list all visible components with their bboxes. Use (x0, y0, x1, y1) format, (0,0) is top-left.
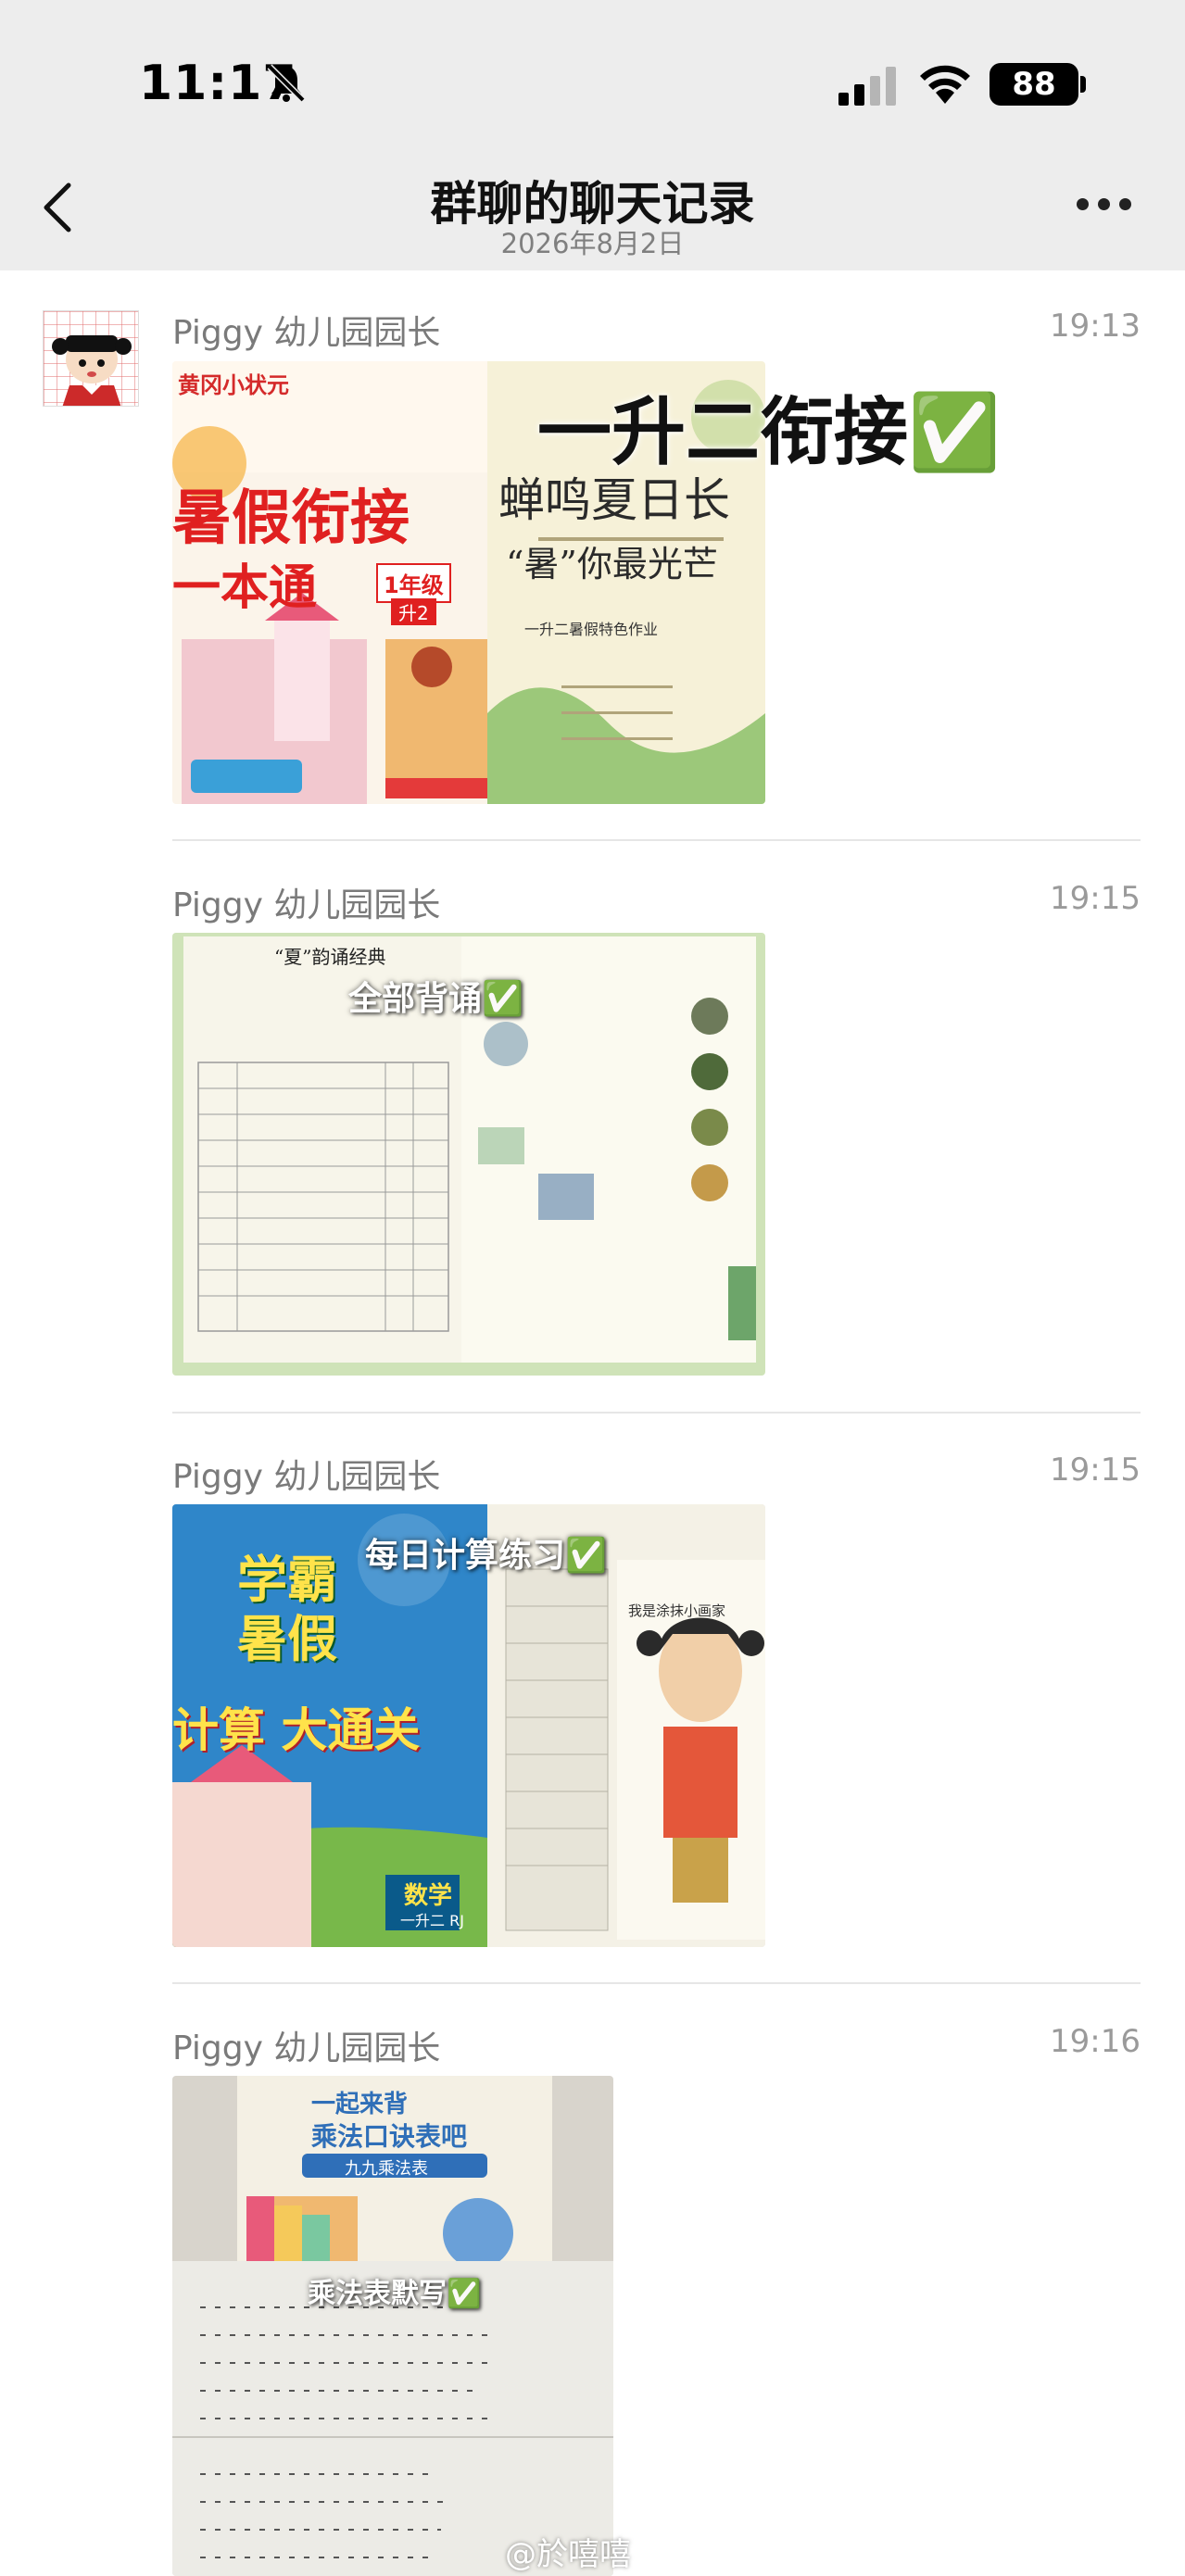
more-options-icon[interactable] (1077, 198, 1132, 213)
message-sender: Piggy 幼儿园园长 (172, 1458, 441, 1496)
message-sender: Piggy 幼儿园园长 (172, 314, 441, 352)
photo-message[interactable]: “夏”韵诵经典 全部背诵✅ (172, 933, 765, 1376)
math-book-title: 学霸暑假 (237, 1551, 337, 1668)
photo-overlay-caption: 全部背诵✅ (348, 980, 523, 1018)
photo-message[interactable]: 学霸暑假 计算 大通关 数学 一升二 RJ 我是涂抹小画家 每日计算练习✅ (172, 1504, 765, 1947)
nav-bar: 群聊的聊天记录 2026年8月2日 (0, 157, 1185, 270)
poster-label: 九九乘法表 (345, 2159, 428, 2179)
photo-overlay-caption: 一升二衔接✅ (537, 389, 1001, 475)
book-left-grade-2: 升2 (391, 598, 436, 625)
book-right-caption: 一升二暑假特色作业 (524, 621, 659, 638)
bell-muted-icon (267, 64, 306, 103)
doc-title: “夏”韵诵经典 (274, 946, 386, 968)
message-divider (172, 1982, 1141, 1984)
signal-icon (838, 67, 896, 106)
book-left-subtitle: 一本通 (172, 560, 318, 616)
photo-overlay-caption: 乘法表默写✅ (308, 2278, 482, 2310)
math-right-caption: 我是涂抹小画家 (628, 1602, 726, 1619)
photo-message[interactable]: 一起来背 乘法口诀表吧 九九乘法表 乘法表默写✅ (172, 2076, 613, 2576)
message-time: 19:16 (1050, 2023, 1141, 2060)
math-book-subtitle: 计算 大通关 (172, 1703, 421, 1757)
message-divider (172, 839, 1141, 841)
poster-title: 一起来背 (311, 2091, 409, 2118)
message-time: 19:15 (1050, 880, 1141, 917)
avatar-girl-icon (44, 311, 138, 406)
message-sender: Piggy 幼儿园园长 (172, 2029, 441, 2067)
status-bar: 11:17 88 (0, 0, 1185, 157)
book-left-title: 暑假衔接 (172, 484, 410, 553)
watermark: @於嘻嘻 (505, 2536, 631, 2573)
book-right-subtitle: “暑”你最光芒 (506, 544, 718, 584)
book-left-grade: 1年级 (376, 563, 451, 603)
poster-subtitle: 乘法口诀表吧 (311, 2121, 468, 2152)
wifi-icon (920, 65, 970, 104)
battery-indicator: 88 (990, 63, 1078, 106)
photo-overlay-caption: 每日计算练习✅ (365, 1537, 607, 1575)
math-book-grade: 一升二 RJ (400, 1912, 464, 1929)
message-time: 19:15 (1050, 1451, 1141, 1489)
message-divider (172, 1412, 1141, 1414)
book-left-brand: 黄冈小状元 (178, 372, 289, 398)
math-book-subject: 数学 (404, 1882, 453, 1910)
message-time: 19:13 (1050, 308, 1141, 345)
avatar[interactable] (43, 310, 139, 407)
message-sender: Piggy 幼儿园园长 (172, 886, 441, 924)
page-subtitle-date: 2026年8月2日 (500, 228, 685, 259)
battery-nub (1080, 76, 1086, 93)
